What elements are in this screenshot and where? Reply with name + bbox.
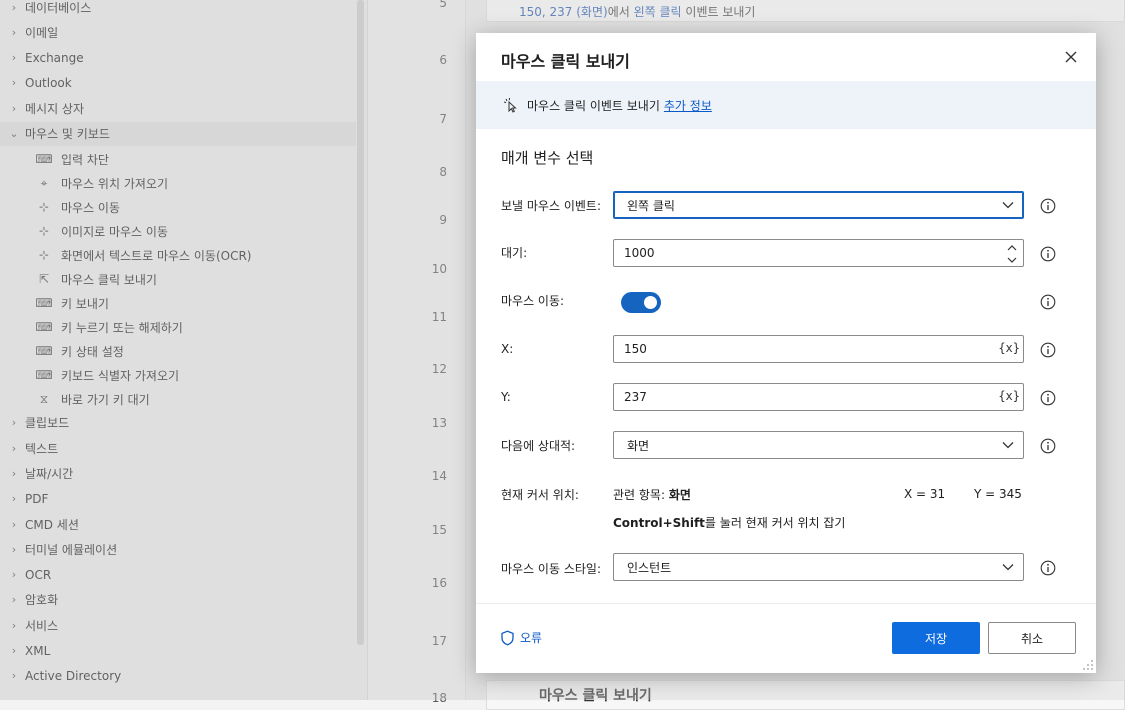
x-input[interactable]: 150 {x} <box>613 335 1024 363</box>
cursor-hint: Control+Shift를 눌러 현재 커서 위치 잡기 <box>613 514 845 531</box>
banner-text: 마우스 클릭 이벤트 보내기 <box>527 98 660 113</box>
send-mouse-click-dialog: 마우스 클릭 보내기 마우스 클릭 이벤트 보내기 추가 정보 매개 변수 선택… <box>476 33 1096 673</box>
related-item: 관련 항목: 화면 <box>613 486 691 503</box>
related-prefix: 관련 항목: <box>613 488 669 502</box>
info-icon[interactable] <box>1040 246 1056 262</box>
cursor-y-readout: Y = 345 <box>974 487 1022 501</box>
wait-label: 대기: <box>501 246 528 260</box>
chevron-down-icon <box>1002 442 1014 449</box>
info-icon[interactable] <box>1040 390 1056 406</box>
footer-divider <box>476 603 1096 604</box>
resize-grip-icon[interactable] <box>1082 659 1094 671</box>
close-icon[interactable] <box>1060 46 1082 68</box>
info-icon[interactable] <box>1040 294 1056 310</box>
mouse-click-icon <box>503 97 517 113</box>
x-label: X: <box>501 342 514 356</box>
save-button[interactable]: 저장 <box>892 622 980 654</box>
info-icon[interactable] <box>1040 342 1056 358</box>
relative-value: 화면 <box>627 438 650 453</box>
wait-input[interactable]: 1000 <box>613 239 1024 267</box>
x-value: 150 <box>624 342 647 356</box>
move-style-label: 마우스 이동 스타일: <box>501 562 601 576</box>
chevron-down-icon <box>1002 564 1014 571</box>
move-style-select[interactable]: 인스턴트 <box>613 553 1024 581</box>
info-icon[interactable] <box>1040 198 1056 214</box>
variable-button[interactable]: {x} <box>998 389 1020 403</box>
dialog-title: 마우스 클릭 보내기 <box>501 52 630 71</box>
move-label: 마우스 이동: <box>501 294 565 308</box>
hint-text: 를 눌러 현재 커서 위치 잡기 <box>704 516 846 530</box>
info-icon[interactable] <box>1040 438 1056 454</box>
y-value: 237 <box>624 390 647 404</box>
relative-to-select[interactable]: 화면 <box>613 431 1024 459</box>
more-info-link[interactable]: 추가 정보 <box>664 97 712 114</box>
chevron-down-icon <box>1002 202 1014 209</box>
wait-value: 1000 <box>624 246 655 260</box>
y-label: Y: <box>501 390 511 404</box>
toggle-knob <box>644 296 657 309</box>
shield-icon <box>501 629 514 645</box>
on-error-link[interactable]: 오류 <box>500 629 542 646</box>
mouse-event-select[interactable]: 왼쪽 클릭 <box>613 191 1024 219</box>
y-input[interactable]: 237 {x} <box>613 383 1024 411</box>
section-title: 매개 변수 선택 <box>501 149 594 167</box>
info-banner: 마우스 클릭 이벤트 보내기 추가 정보 <box>476 81 1096 129</box>
relative-label: 다음에 상대적: <box>501 439 576 453</box>
error-label: 오류 <box>520 631 543 645</box>
related-value: 화면 <box>668 488 691 502</box>
stepper-icon[interactable] <box>1007 242 1017 266</box>
variable-button[interactable]: {x} <box>998 341 1020 355</box>
event-label: 보낼 마우스 이벤트: <box>501 199 601 213</box>
move-mouse-toggle[interactable] <box>621 292 661 313</box>
move-style-value: 인스턴트 <box>627 560 672 575</box>
hint-keys: Control+Shift <box>613 516 705 530</box>
cursor-x-readout: X = 31 <box>904 487 946 501</box>
mouse-event-value: 왼쪽 클릭 <box>627 198 675 213</box>
info-icon[interactable] <box>1040 560 1056 576</box>
cancel-button[interactable]: 취소 <box>988 622 1076 654</box>
cursor-label: 현재 커서 위치: <box>501 488 579 502</box>
